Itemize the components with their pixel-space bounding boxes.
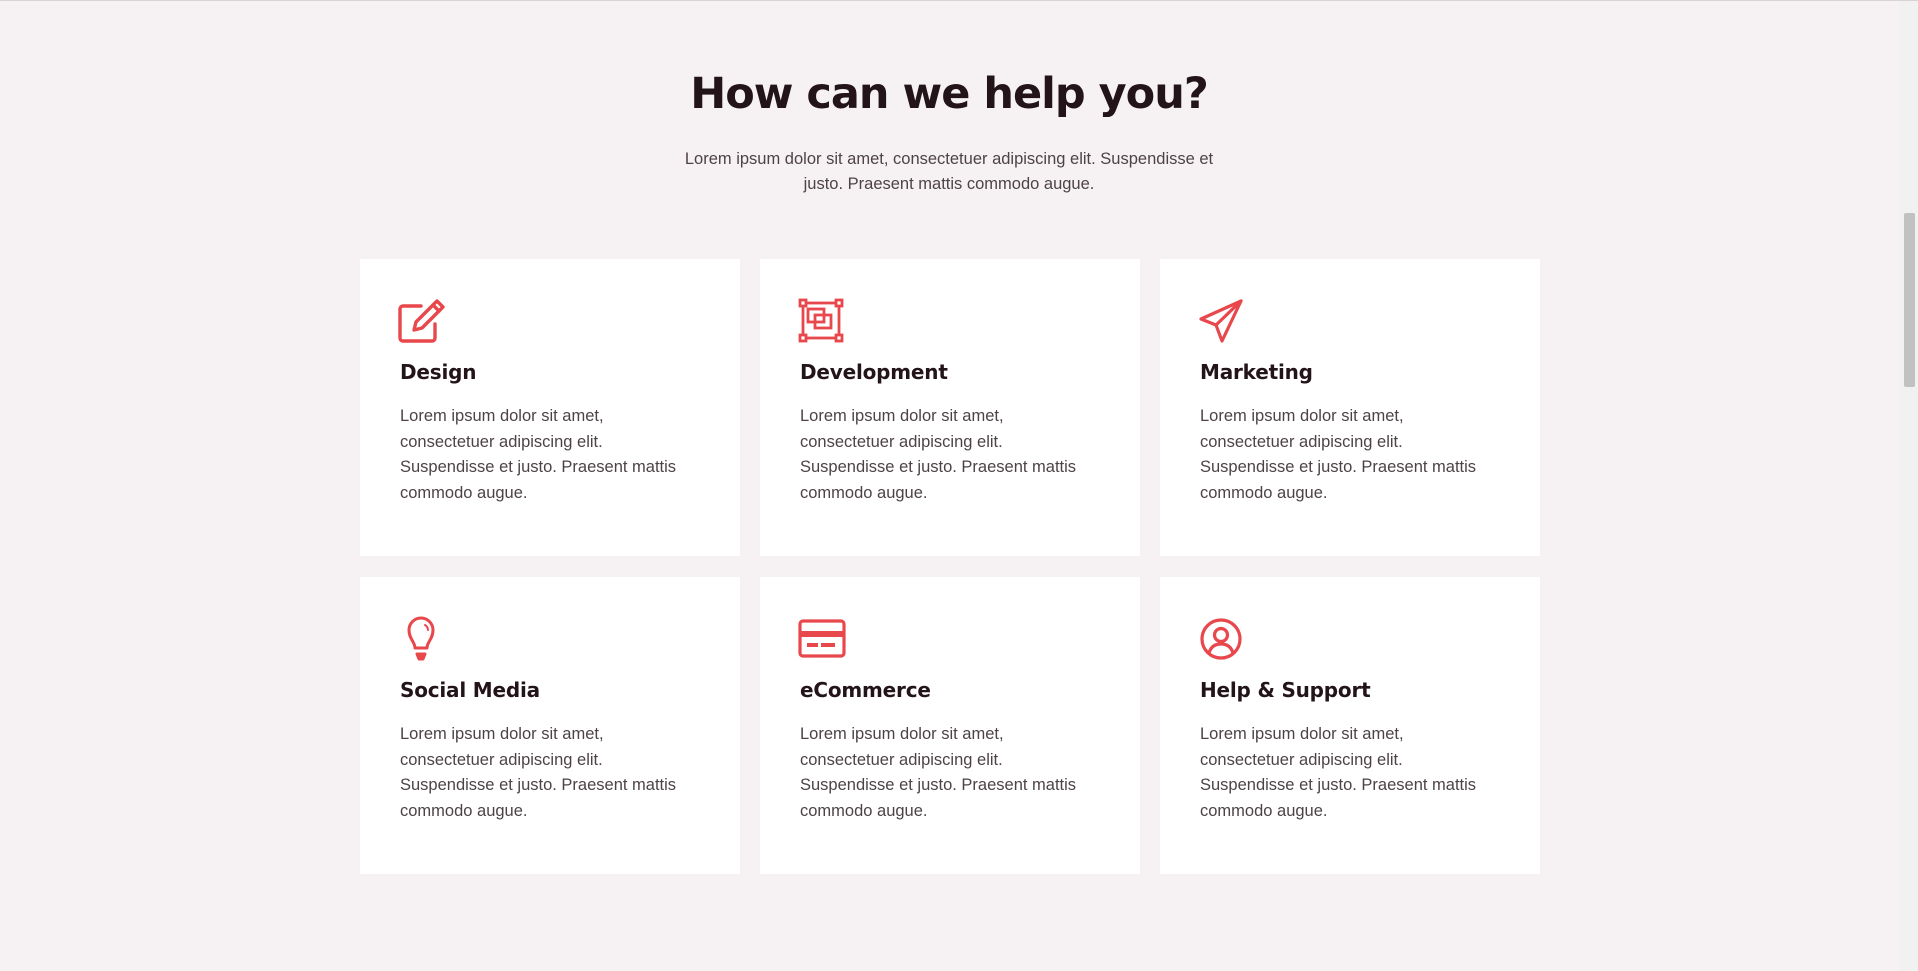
vertical-scrollbar[interactable] [1900,1,1918,971]
lightbulb-icon [397,615,447,663]
scrollbar-thumb[interactable] [1904,213,1915,387]
service-card-development[interactable]: Development Lorem ipsum dolor sit amet, … [760,259,1140,556]
credit-card-icon [797,615,847,663]
service-title: Design [400,360,477,384]
service-title: eCommerce [800,678,931,702]
service-card-social-media[interactable]: Social Media Lorem ipsum dolor sit amet,… [360,577,740,874]
section-title: How can we help you? [690,69,1209,119]
service-description: Lorem ipsum dolor sit amet, consectetuer… [800,725,1077,820]
service-description: Lorem ipsum dolor sit amet, consectetuer… [1200,725,1477,820]
service-description: Lorem ipsum dolor sit amet, consectetuer… [1200,407,1477,502]
services-grid: Design Lorem ipsum dolor sit amet, conse… [360,259,1540,874]
service-description: Lorem ipsum dolor sit amet, consectetuer… [400,407,677,502]
paper-plane-icon [1197,297,1247,345]
service-card-marketing[interactable]: Marketing Lorem ipsum dolor sit amet, co… [1160,259,1540,556]
pencil-square-icon [397,297,447,345]
service-title: Development [800,360,948,384]
layers-icon [797,297,847,345]
service-description: Lorem ipsum dolor sit amet, consectetuer… [800,407,1077,502]
user-circle-icon [1197,615,1247,663]
service-card-ecommerce[interactable]: eCommerce Lorem ipsum dolor sit amet, co… [760,577,1140,874]
service-title: Marketing [1200,360,1313,384]
service-description: Lorem ipsum dolor sit amet, consectetuer… [400,725,677,820]
page: How can we help you? Lorem ipsum dolor s… [0,0,1918,971]
service-card-design[interactable]: Design Lorem ipsum dolor sit amet, conse… [360,259,740,556]
service-title: Help & Support [1200,678,1371,702]
section-subtitle: Lorem ipsum dolor sit amet, consectetuer… [684,150,1214,193]
service-title: Social Media [400,678,540,702]
service-card-help-support[interactable]: Help & Support Lorem ipsum dolor sit ame… [1160,577,1540,874]
